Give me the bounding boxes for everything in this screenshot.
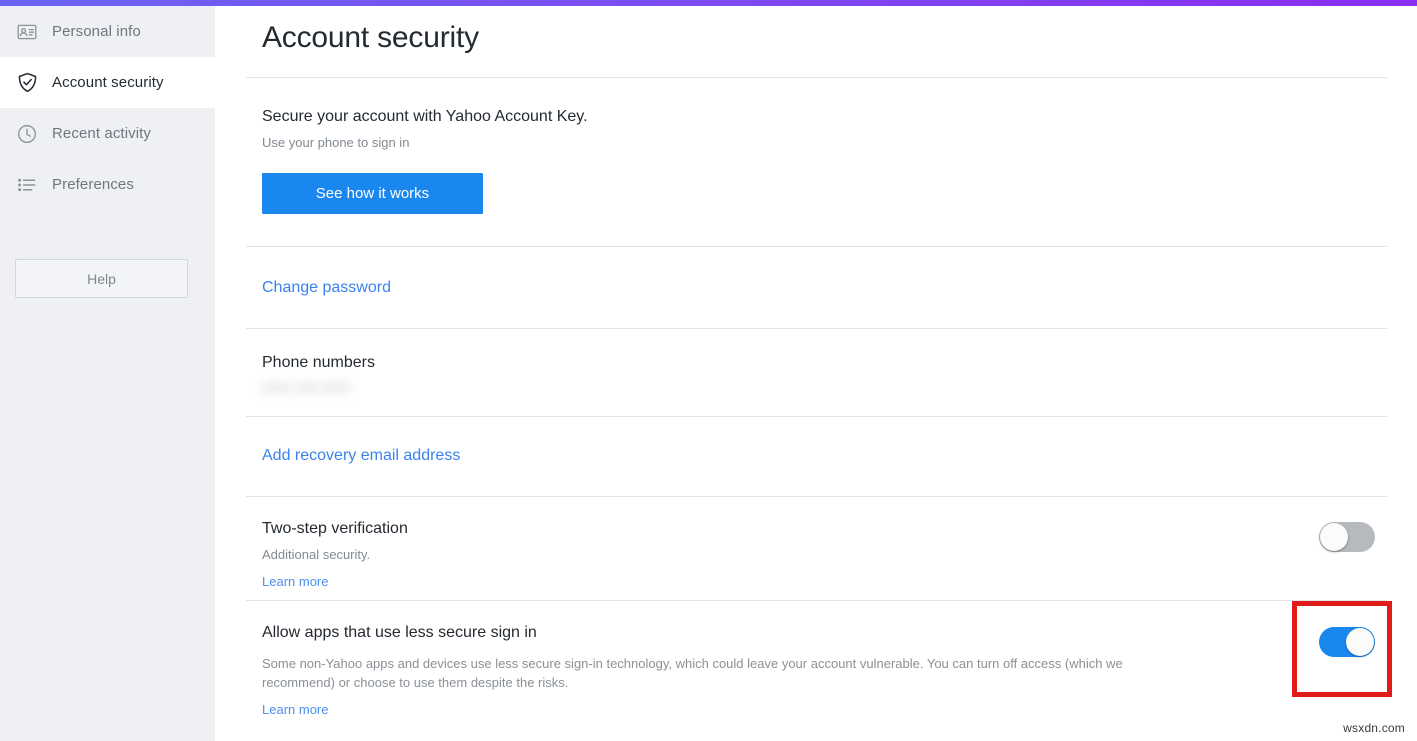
less-secure-apps-toggle[interactable] [1319, 627, 1375, 657]
account-security-page: Personal info Account security Recent ac… [0, 0, 1417, 741]
toggle-knob [1346, 628, 1374, 656]
two-step-verification-toggle[interactable] [1319, 522, 1375, 552]
section-recovery-email: Add recovery email address [262, 445, 460, 467]
two-step-title: Two-step verification [262, 518, 408, 540]
section-change-password: Change password [262, 277, 391, 299]
divider-recovery-email [246, 496, 1387, 497]
sidebar-item-label: Preferences [52, 177, 134, 192]
help-button[interactable]: Help [15, 259, 188, 298]
clock-icon [14, 121, 40, 147]
account-key-subtitle: Use your phone to sign in [262, 134, 588, 152]
see-how-it-works-button[interactable]: See how it works [262, 173, 483, 214]
divider-under-title [246, 77, 1387, 78]
two-step-subtitle: Additional security. [262, 546, 408, 564]
less-secure-apps-learn-more-link[interactable]: Learn more [262, 701, 328, 719]
help-button-container: Help [15, 259, 188, 298]
section-two-step-verification: Two-step verification Additional securit… [262, 518, 408, 591]
account-key-title: Secure your account with Yahoo Account K… [262, 106, 588, 128]
two-step-learn-more-link[interactable]: Learn more [262, 573, 328, 591]
divider-phone-numbers [246, 416, 1387, 417]
less-secure-apps-title: Allow apps that use less secure sign in [262, 622, 1127, 644]
change-password-link[interactable]: Change password [262, 277, 391, 299]
top-accent-bar [0, 0, 1417, 6]
sidebar-item-personal-info[interactable]: Personal info [0, 6, 215, 57]
phone-numbers-value: (555) 555-5555 [262, 380, 384, 395]
id-card-icon [14, 19, 40, 45]
less-secure-apps-body: Some non-Yahoo apps and devices use less… [262, 654, 1127, 692]
shield-check-icon [14, 70, 40, 96]
section-less-secure-apps: Allow apps that use less secure sign in … [262, 622, 1127, 719]
watermark: wsxdn.com [1343, 721, 1405, 735]
list-icon [14, 172, 40, 198]
sidebar-item-label: Personal info [52, 24, 141, 39]
page-title: Account security [262, 21, 479, 55]
sidebar-item-label: Account security [52, 75, 164, 90]
sidebar-item-label: Recent activity [52, 126, 151, 141]
sidebar-item-account-security[interactable]: Account security [0, 57, 215, 108]
sidebar-item-preferences[interactable]: Preferences [0, 159, 215, 210]
toggle-knob [1320, 523, 1348, 551]
section-phone-numbers[interactable]: Phone numbers (555) 555-5555 [262, 352, 384, 395]
divider-two-step [246, 600, 1387, 601]
section-account-key: Secure your account with Yahoo Account K… [262, 106, 588, 214]
sidebar: Personal info Account security Recent ac… [0, 0, 215, 741]
divider-account-key [246, 246, 1387, 247]
main-content: Account security Secure your account wit… [215, 6, 1417, 741]
phone-numbers-title: Phone numbers [262, 352, 384, 374]
divider-change-password [246, 328, 1387, 329]
sidebar-item-recent-activity[interactable]: Recent activity [0, 108, 215, 159]
add-recovery-email-link[interactable]: Add recovery email address [262, 445, 460, 467]
